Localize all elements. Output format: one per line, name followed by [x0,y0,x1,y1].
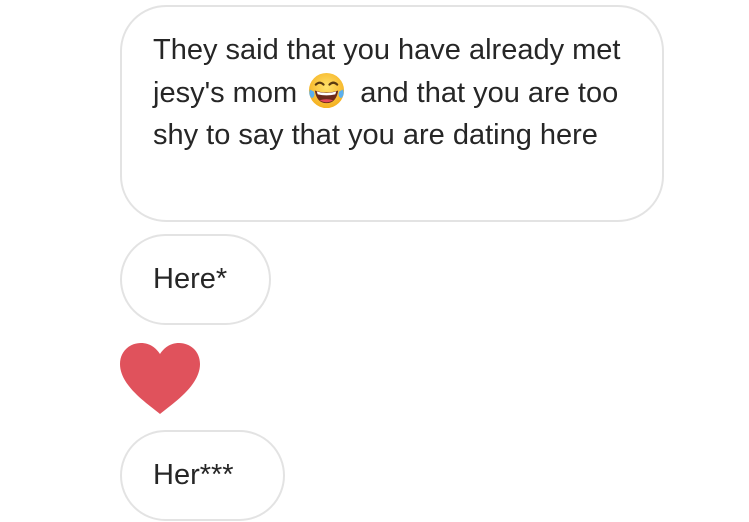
message-bubble[interactable]: Her*** [120,430,285,521]
message-text: Her*** [153,459,234,491]
heart-icon[interactable] [118,342,202,416]
face-with-tears-of-joy-icon [309,72,345,109]
message-bubble[interactable]: Here* [120,234,271,325]
message-text: Here* [153,263,228,295]
message-bubble[interactable]: They said that you have already met jesy… [120,5,664,222]
